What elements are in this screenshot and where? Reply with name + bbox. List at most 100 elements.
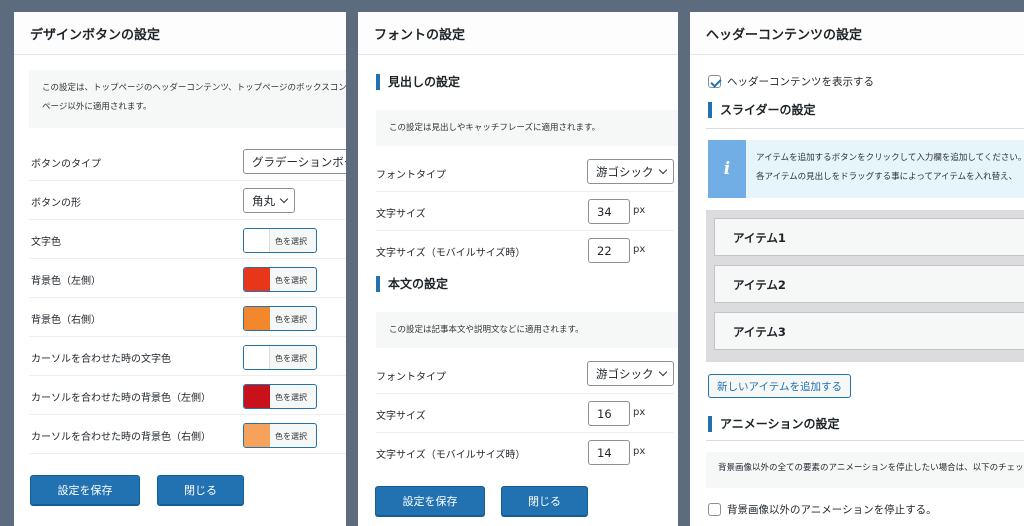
color-picker-label: 色を選択 [275, 393, 307, 402]
slider-item[interactable]: アイテム3 [714, 312, 1024, 350]
info-icon: i [723, 159, 731, 179]
unit-label: px [633, 205, 646, 216]
slider-item[interactable]: アイテム1 [714, 218, 1024, 256]
row-label: 背景色（右側） [31, 315, 101, 326]
row-label: ボタンの形 [31, 198, 81, 209]
design-button-settings-panel: デザインボタンの設定 この設定は、トップページのヘッダーコンテンツ、トップページ… [14, 12, 346, 526]
panel-title: ヘッダーコンテンツの設定 [690, 12, 1024, 55]
panel-title: フォントの設定 [358, 12, 678, 55]
body-size-row: 文字サイズ 16 px [376, 394, 674, 433]
unit-label: px [633, 244, 646, 255]
panel-description: この設定は、トップページのヘッダーコンテンツ、トップページのボックスコンテンツ、… [29, 70, 346, 128]
row-label: 背景色（左側） [31, 276, 101, 287]
select-value: 游ゴシック [596, 164, 654, 179]
text-color-row: 文字色 色を選択 [29, 220, 346, 259]
body-size-input[interactable]: 16 [588, 401, 630, 426]
description-line: ページ以外に適用されます。 [42, 102, 152, 112]
color-swatch [244, 268, 270, 291]
row-label: ボタンのタイプ [31, 159, 101, 170]
heading-size-row: 文字サイズ 34 px [376, 192, 674, 231]
color-swatch [244, 424, 270, 447]
unit-label: px [633, 446, 646, 457]
row-label: 文字サイズ（モバイルサイズ時） [376, 450, 526, 461]
color-swatch [244, 346, 270, 369]
animation-settings-title: アニメーションの設定 [708, 416, 840, 432]
bg-color-left-row: 背景色（左側） 色を選択 [29, 259, 346, 298]
body-font-select[interactable]: 游ゴシック [587, 361, 674, 386]
add-item-button[interactable]: 新しいアイテムを追加する [708, 374, 851, 398]
slider-items-container: アイテム1 アイテム2 アイテム3 [706, 210, 1024, 362]
button-shape-select[interactable]: 角丸 [243, 188, 295, 213]
save-button[interactable]: 設定を保存 [30, 475, 140, 505]
color-picker-button[interactable]: 色を選択 [243, 384, 317, 409]
info-notice: i アイテムを追加するボタンをクリックして入力欄を追加してください。 各アイテム… [708, 140, 1024, 198]
button-type-row: ボタンのタイプ グラデーションボタン [29, 142, 346, 181]
heading-mobile-size-row: 文字サイズ（モバイルサイズ時） 22 px [376, 231, 674, 270]
animation-description: 背景画像以外の全ての要素のアニメーションを停止したい場合は、以下のチェックボック… [706, 452, 1024, 488]
close-button[interactable]: 閉じる [501, 486, 588, 516]
row-label: 文字色 [31, 237, 61, 248]
description-line: この設定は、トップページのヘッダーコンテンツ、トップページのボックスコンテンツ、 [42, 83, 346, 93]
color-picker-button[interactable]: 色を選択 [243, 228, 317, 253]
row-label: 文字サイズ（モバイルサイズ時） [376, 248, 526, 259]
row-label: 文字サイズ [376, 209, 426, 220]
info-line: アイテムを追加するボタンをクリックして入力欄を追加してください。 [756, 153, 1024, 163]
row-label: 文字サイズ [376, 411, 426, 422]
info-text: アイテムを追加するボタンをクリックして入力欄を追加してください。 各アイテムの見… [756, 149, 1024, 187]
slider-item[interactable]: アイテム2 [714, 265, 1024, 303]
row-label: カーソルを合わせた時の文字色 [31, 354, 171, 365]
body-settings-title: 本文の設定 [376, 276, 448, 292]
hover-bg-right-row: カーソルを合わせた時の背景色（右側） 色を選択 [29, 415, 346, 454]
row-label: フォントタイプ [376, 170, 446, 181]
divider [706, 440, 1024, 441]
bg-color-right-row: 背景色（右側） 色を選択 [29, 298, 346, 337]
select-value: グラデーションボタン [252, 154, 346, 169]
header-content-settings-panel: ヘッダーコンテンツの設定 ヘッダーコンテンツを表示する スライダーの設定 i ア… [690, 12, 1024, 526]
heading-settings-title: 見出しの設定 [376, 74, 460, 90]
row-label: カーソルを合わせた時の背景色（左側） [31, 393, 211, 404]
color-swatch [244, 229, 270, 252]
heading-mobile-size-input[interactable]: 22 [588, 238, 630, 263]
stop-animation-checkbox[interactable] [708, 503, 721, 516]
body-mobile-size-input[interactable]: 14 [588, 440, 630, 465]
chevron-down-icon [658, 367, 667, 376]
color-picker-label: 色を選択 [275, 432, 307, 441]
chevron-down-icon [658, 165, 667, 174]
row-label: カーソルを合わせた時の背景色（右側） [31, 432, 211, 443]
heading-size-input[interactable]: 34 [588, 199, 630, 224]
row-label: フォントタイプ [376, 372, 446, 383]
font-settings-panel: フォントの設定 見出しの設定 この設定は見出しやキャッチフレーズに適用されます。… [358, 12, 678, 526]
slider-settings-title: スライダーの設定 [708, 102, 816, 118]
stop-animation-label: 背景画像以外のアニメーションを停止する。 [727, 504, 937, 516]
select-value: 角丸 [252, 193, 275, 208]
heading-font-select[interactable]: 游ゴシック [587, 159, 674, 184]
select-value: 游ゴシック [596, 366, 654, 381]
divider [706, 128, 1024, 129]
color-picker-button[interactable]: 色を選択 [243, 267, 317, 292]
chevron-down-icon [279, 194, 289, 203]
color-picker-button[interactable]: 色を選択 [243, 345, 317, 370]
color-picker-label: 色を選択 [275, 315, 307, 324]
button-shape-row: ボタンの形 角丸 [29, 181, 346, 220]
close-button[interactable]: 閉じる [157, 475, 244, 505]
show-header-checkbox[interactable] [708, 75, 721, 88]
heading-font-type-row: フォントタイプ 游ゴシック [376, 153, 674, 192]
body-description: この設定は記事本文や説明文などに適用されます。 [376, 312, 678, 348]
hover-bg-left-row: カーソルを合わせた時の背景色（左側） 色を選択 [29, 376, 346, 415]
hover-text-color-row: カーソルを合わせた時の文字色 色を選択 [29, 337, 346, 376]
color-picker-button[interactable]: 色を選択 [243, 423, 317, 448]
color-picker-button[interactable]: 色を選択 [243, 306, 317, 331]
info-line: 各アイテムの見出しをドラッグする事によってアイテムを入れ替え、 [756, 172, 1018, 182]
color-picker-label: 色を選択 [275, 237, 307, 246]
panel-title: デザインボタンの設定 [14, 12, 346, 55]
body-mobile-size-row: 文字サイズ（モバイルサイズ時） 14 px [376, 433, 674, 472]
body-font-type-row: フォントタイプ 游ゴシック [376, 355, 674, 394]
show-header-label: ヘッダーコンテンツを表示する [727, 76, 874, 88]
color-picker-label: 色を選択 [275, 276, 307, 285]
button-type-select[interactable]: グラデーションボタン [243, 149, 346, 174]
unit-label: px [633, 407, 646, 418]
heading-description: この設定は見出しやキャッチフレーズに適用されます。 [376, 110, 678, 146]
color-picker-label: 色を選択 [275, 354, 307, 363]
color-swatch [244, 307, 270, 330]
save-button[interactable]: 設定を保存 [375, 486, 485, 516]
